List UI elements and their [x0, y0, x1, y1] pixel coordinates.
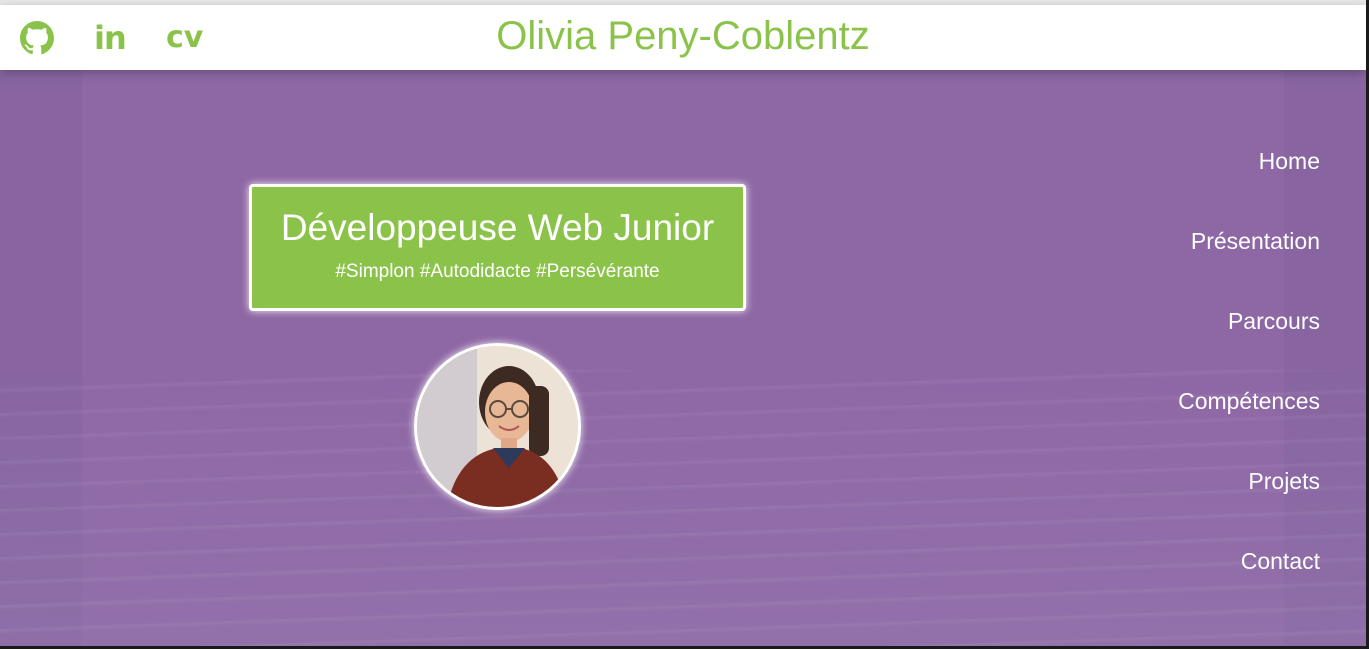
nav-item-presentation[interactable]: Présentation — [1060, 210, 1320, 290]
site-header: in cv Olivia Peny-Coblentz — [0, 5, 1366, 70]
nav-item-contact[interactable]: Contact — [1060, 530, 1320, 610]
profile-photo — [414, 343, 581, 510]
site-title: Olivia Peny-Coblentz — [496, 14, 870, 58]
page: in cv Olivia Peny-Coblentz Développeuse … — [0, 0, 1366, 646]
nav-item-home[interactable]: Home — [1060, 130, 1320, 210]
nav-item-projets[interactable]: Projets — [1060, 450, 1320, 530]
profile-photo-image — [417, 346, 578, 507]
headline: Développeuse Web Junior — [280, 207, 715, 248]
headline-tags: #Simplon #Autodidacte #Persévérante — [335, 261, 660, 282]
nav-item-parcours[interactable]: Parcours — [1060, 290, 1320, 370]
main-nav: Home Présentation Parcours Compétences P… — [1060, 130, 1320, 610]
hero-section: Développeuse Web Junior #Simplon #Autodi… — [0, 70, 1366, 646]
headline-box: Développeuse Web Junior #Simplon #Autodi… — [249, 184, 746, 311]
nav-item-competences[interactable]: Compétences — [1060, 370, 1320, 450]
